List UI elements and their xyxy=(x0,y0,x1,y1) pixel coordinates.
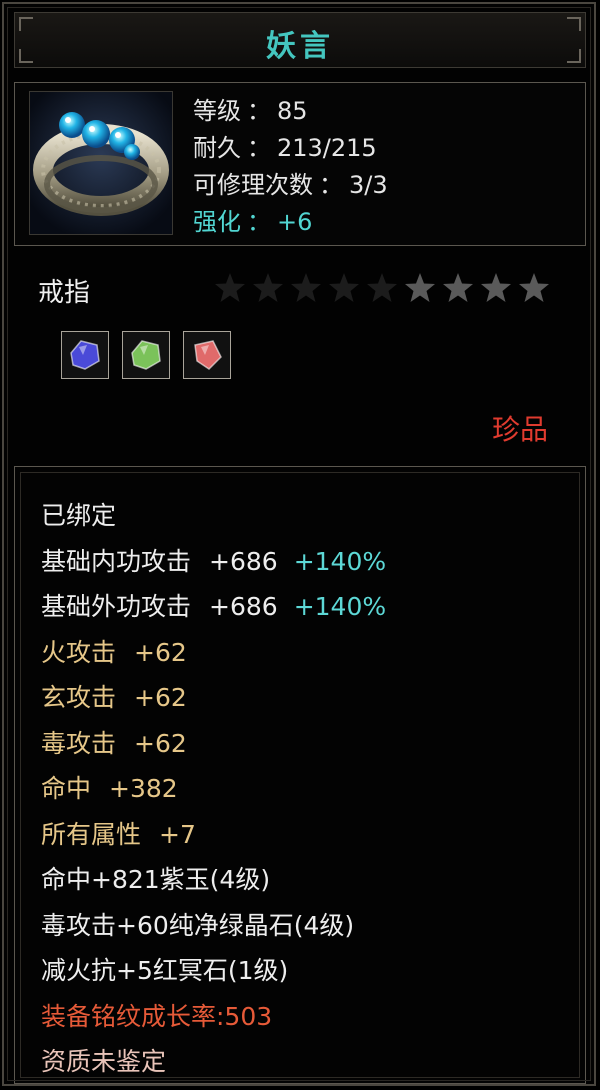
star-filled-icon xyxy=(519,273,549,302)
attribute-list: 已绑定 基础内功攻击 +686 +140% 基础外功攻击 +686 +140% 火攻击 +62 玄… xyxy=(41,493,386,1085)
attribute-value: +62 xyxy=(134,683,187,712)
attribute-row: 命中 +382 xyxy=(41,766,386,812)
attribute-name: 基础内功攻击 xyxy=(41,546,192,576)
star-empty-icon xyxy=(291,273,321,302)
enhance-label: 强化 xyxy=(193,208,241,236)
attribute-value: +62 xyxy=(134,728,187,758)
item-tooltip: 妖言 等级 ： 85 耐久 ： 213/215 可修理次数 ： 3/3 强化 ：… xyxy=(2,2,596,1086)
repair-label: 可修理次数 xyxy=(193,171,313,199)
item-type: 戒指 xyxy=(38,278,91,308)
attribute-name: 资质未鉴定 xyxy=(41,1047,167,1076)
item-name: 妖言 xyxy=(266,29,334,64)
red-gem-icon[interactable] xyxy=(183,331,231,379)
level-row: 等级： 85 xyxy=(193,93,388,130)
attribute-row: 基础外功攻击 +686 +140% xyxy=(41,584,386,630)
green-gem-icon[interactable] xyxy=(122,331,170,379)
enhance-row: 强化： +6 xyxy=(193,204,388,241)
attribute-value: +686 xyxy=(209,592,278,621)
rarity-label: 珍品 xyxy=(491,413,548,446)
attribute-name: 减火抗+5红冥石(1级) xyxy=(41,956,289,985)
repair-value: 3/3 xyxy=(349,171,388,199)
attribute-row: 已绑定 xyxy=(41,493,386,539)
attribute-bonus-percent: +140% xyxy=(293,592,387,621)
star-empty-icon xyxy=(215,273,245,302)
colon: ： xyxy=(247,208,271,236)
attribute-name: 已绑定 xyxy=(41,501,117,530)
ring-icon xyxy=(29,91,173,235)
attribute-value: +7 xyxy=(159,819,196,849)
socketed-gems xyxy=(61,331,231,379)
attribute-row: 毒攻击+60纯净绿晶石(4级) xyxy=(41,903,386,949)
title-bar: 妖言 xyxy=(14,12,586,68)
attribute-name: 玄攻击 xyxy=(41,683,117,712)
star-filled-icon xyxy=(481,273,511,302)
star-filled-icon xyxy=(405,273,435,302)
attributes-panel: 已绑定 基础内功攻击 +686 +140% 基础外功攻击 +686 +140% 火攻击 +62 玄… xyxy=(14,466,586,1084)
attribute-value: +62 xyxy=(134,637,187,667)
attribute-row: 减火抗+5红冥石(1级) xyxy=(41,948,386,994)
attribute-row: 装备铭纹成长率:503 xyxy=(41,994,386,1040)
star-empty-icon xyxy=(253,273,283,302)
attribute-row: 所有属性 +7 xyxy=(41,812,386,858)
attribute-name: 命中 xyxy=(41,774,92,803)
star-filled-icon xyxy=(443,273,473,302)
purple-gem-icon[interactable] xyxy=(61,331,109,379)
durability-row: 耐久： 213/215 xyxy=(193,130,388,167)
colon: ： xyxy=(247,134,271,162)
attribute-row: 资质未鉴定 xyxy=(41,1039,386,1085)
durability-label: 耐久 xyxy=(193,134,241,162)
star-empty-icon xyxy=(329,273,359,302)
level-value: 85 xyxy=(277,97,308,125)
colon: ： xyxy=(319,171,343,199)
attribute-name: 基础外功攻击 xyxy=(41,592,192,621)
repair-row: 可修理次数： 3/3 xyxy=(193,167,388,204)
attribute-row: 火攻击 +62 xyxy=(41,630,386,676)
colon: ： xyxy=(247,97,271,125)
item-header: 等级： 85 耐久： 213/215 可修理次数： 3/3 强化： +6 xyxy=(14,82,586,246)
attribute-row: 命中+821紫玉(4级) xyxy=(41,857,386,903)
level-label: 等级 xyxy=(193,97,241,125)
attribute-row: 毒攻击 +62 xyxy=(41,721,386,767)
attribute-row: 基础内功攻击 +686 +140% xyxy=(41,539,386,585)
durability-value: 213/215 xyxy=(277,134,377,162)
enhance-value: +6 xyxy=(277,208,313,236)
attribute-name: 所有属性 xyxy=(41,819,142,849)
attribute-name: 装备铭纹成长率:503 xyxy=(41,1001,273,1031)
attribute-bonus-percent: +140% xyxy=(293,546,387,576)
star-empty-icon xyxy=(367,273,397,302)
item-stats: 等级： 85 耐久： 213/215 可修理次数： 3/3 强化： +6 xyxy=(193,93,388,241)
attribute-name: 火攻击 xyxy=(41,637,117,667)
attribute-value: +382 xyxy=(109,774,178,803)
attribute-name: 毒攻击 xyxy=(41,728,117,758)
star-rating xyxy=(212,270,552,306)
attribute-value: +686 xyxy=(209,546,278,576)
attribute-name: 命中+821紫玉(4级) xyxy=(41,865,271,894)
attribute-name: 毒攻击+60纯净绿晶石(4级) xyxy=(41,910,355,940)
attribute-row: 玄攻击 +62 xyxy=(41,675,386,721)
